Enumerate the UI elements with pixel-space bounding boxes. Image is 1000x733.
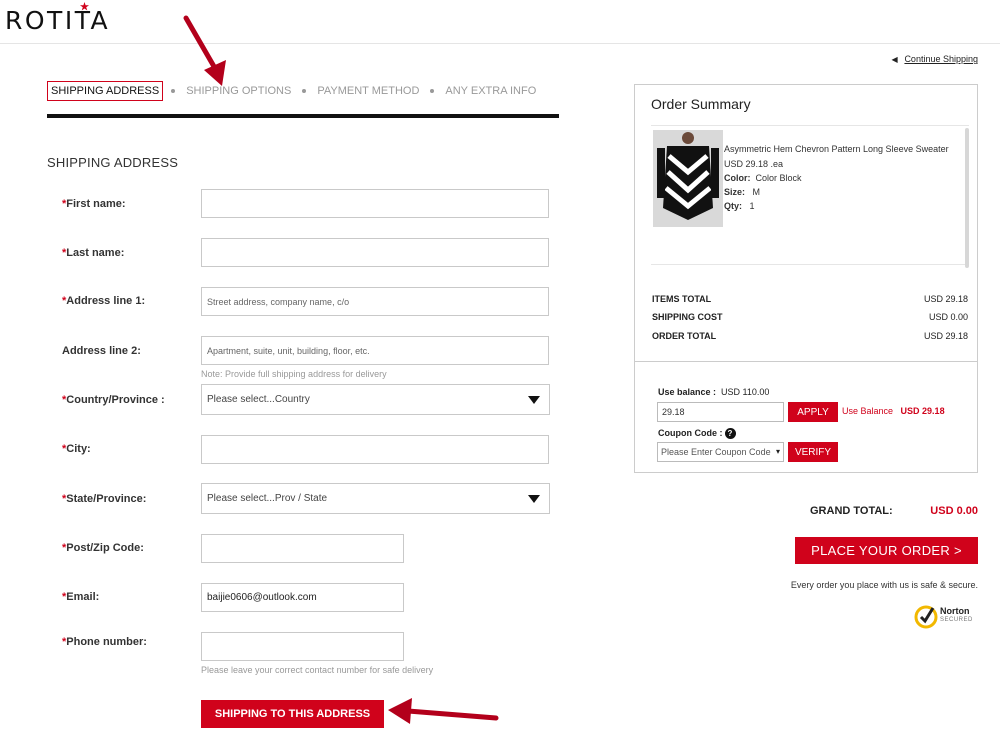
zip-label: *Post/Zip Code:: [62, 542, 144, 554]
step-extra-info[interactable]: ANY EXTRA INFO: [442, 82, 539, 100]
grand-total-label: GRAND TOTAL:: [810, 505, 893, 517]
address1-label: *Address line 1:: [62, 295, 146, 307]
scrollbar[interactable]: [965, 128, 969, 268]
first-name-label: *First name:: [62, 198, 126, 210]
items-total-value: USD 29.18: [923, 294, 968, 304]
ship-to-address-button[interactable]: SHIPPING TO THIS ADDRESS: [201, 700, 384, 728]
continue-shipping-label: Continue Shipping: [904, 54, 978, 64]
last-name-label: *Last name:: [62, 247, 125, 259]
step-separator: [171, 89, 176, 93]
coupon-label: Coupon Code :?: [658, 428, 736, 440]
norton-label: Norton: [940, 606, 970, 616]
star-icon: [80, 2, 89, 11]
norton-badge: Norton SECURED: [914, 602, 978, 630]
steps-progress-bar: [47, 114, 559, 118]
place-order-button[interactable]: PLACE YOUR ORDER >: [795, 537, 978, 564]
order-summary-title: Order Summary: [651, 96, 751, 112]
address2-label: Address line 2:: [62, 345, 141, 357]
last-name-input[interactable]: [201, 238, 549, 267]
dropdown-triangle-icon: [528, 495, 540, 503]
grand-total-value: USD 0.00: [930, 505, 978, 517]
country-select-value: Please select...Country: [207, 394, 310, 405]
summary-divider: [635, 361, 977, 362]
shipping-cost-label: SHIPPING COST: [652, 312, 723, 322]
product-price: USD 29.18 .ea: [724, 159, 784, 169]
product-size: Size: M: [724, 187, 761, 197]
state-select-value: Please select...Prov / State: [207, 493, 328, 504]
city-label: *City:: [62, 443, 91, 455]
country-label: *Country/Province :: [62, 394, 165, 406]
logo[interactable]: ROTITA: [5, 6, 110, 35]
items-total-label: ITEMS TOTAL: [652, 294, 712, 304]
step-shipping-address[interactable]: SHIPPING ADDRESS: [47, 81, 164, 101]
email-input[interactable]: baijie0606@outlook.com: [201, 583, 404, 612]
step-separator: [430, 89, 435, 93]
coupon-select[interactable]: Please Enter Coupon Code ▾: [657, 442, 784, 462]
question-icon[interactable]: ?: [724, 428, 736, 440]
order-total-value: USD 29.18: [923, 331, 968, 341]
step-shipping-options[interactable]: SHIPPING OPTIONS: [183, 82, 294, 100]
address-note: Note: Provide full shipping address for …: [201, 369, 387, 379]
dropdown-triangle-icon: [528, 396, 540, 404]
use-balance-text: Use Balance USD 29.18: [842, 406, 945, 416]
phone-label: *Phone number:: [62, 636, 147, 648]
apply-button[interactable]: APPLY: [788, 402, 838, 422]
continue-shipping-link[interactable]: ◀ Continue Shipping: [891, 54, 978, 64]
shipping-cost-value: USD 0.00: [928, 312, 968, 322]
zip-input[interactable]: [201, 534, 404, 563]
product-thumbnail[interactable]: [653, 130, 723, 227]
country-select[interactable]: Please select...Country: [201, 384, 550, 415]
secure-text: Every order you place with us is safe & …: [790, 580, 978, 590]
balance-input[interactable]: 29.18: [657, 402, 784, 422]
norton-check-icon: [914, 605, 938, 629]
phone-input[interactable]: [201, 632, 404, 661]
step-separator: [302, 89, 307, 93]
state-select[interactable]: Please select...Prov / State: [201, 483, 550, 514]
product-name[interactable]: Asymmetric Hem Chevron Pattern Long Slee…: [724, 144, 949, 154]
checkout-steps: SHIPPING ADDRESS SHIPPING OPTIONS PAYMEN…: [47, 81, 539, 101]
caret-left-icon: ◀: [891, 55, 898, 64]
form-title: SHIPPING ADDRESS: [47, 155, 179, 170]
address2-input[interactable]: Apartment, suite, unit, building, floor,…: [201, 336, 549, 365]
annotation-arrow-icon: [388, 698, 499, 724]
email-label: *Email:: [62, 591, 100, 603]
norton-sub-label: SECURED: [940, 617, 973, 623]
product-qty: Qty: 1: [724, 201, 755, 211]
verify-button[interactable]: VERIFY: [788, 442, 838, 462]
site-header: ROTITA: [0, 0, 1000, 44]
step-payment-method[interactable]: PAYMENT METHOD: [314, 82, 422, 100]
order-total-label: ORDER TOTAL: [652, 331, 717, 341]
order-summary: Order Summary Asymmetric Hem Chevron Pat…: [634, 84, 978, 473]
phone-note: Please leave your correct contact number…: [201, 665, 434, 675]
sweater-image-icon: [653, 130, 723, 227]
chevron-down-icon: ▾: [775, 447, 780, 456]
address1-input[interactable]: Street address, company name, c/o: [201, 287, 549, 316]
product-color: Color: Color Block: [724, 173, 802, 183]
first-name-input[interactable]: [201, 189, 549, 218]
city-input[interactable]: [201, 435, 549, 464]
balance-label: Use balance : USD 110.00: [658, 387, 770, 397]
state-label: *State/Province:: [62, 493, 147, 505]
coupon-select-value: Please Enter Coupon Code: [661, 447, 771, 457]
